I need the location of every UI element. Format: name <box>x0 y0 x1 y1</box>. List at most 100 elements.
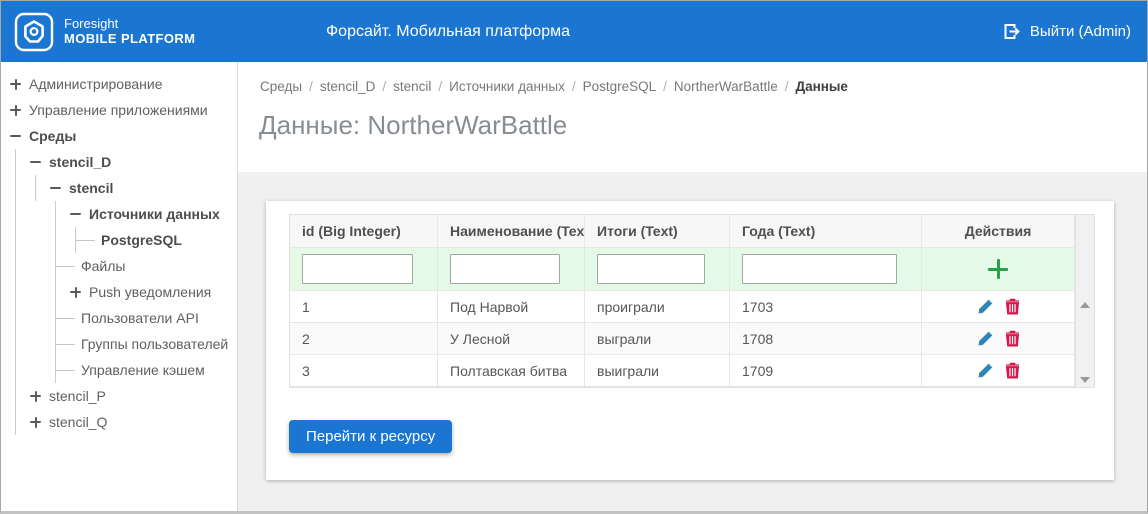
expand-plus-icon[interactable] <box>69 286 82 299</box>
tree-branch-line <box>55 343 75 345</box>
tree-guide-line <box>15 409 16 435</box>
column-header: id (Big Integer) <box>290 215 438 248</box>
sidebar-item-app-management[interactable]: Управление приложениями <box>1 97 237 123</box>
table-cell: Полтавская битва <box>438 355 585 387</box>
tree-guide-line <box>15 175 16 201</box>
edit-icon[interactable] <box>977 362 994 379</box>
top-header-bar: Foresight MOBILE PLATFORM Форсайт. Мобил… <box>1 1 1147 62</box>
collapse-minus-icon[interactable] <box>9 130 22 143</box>
collapse-minus-icon[interactable] <box>69 208 82 221</box>
breadcrumb-separator: / <box>438 79 443 94</box>
breadcrumb-item[interactable]: NortherWarBattle <box>674 79 778 94</box>
breadcrumb-item: Данные <box>795 79 848 94</box>
add-row-button[interactable] <box>987 258 1009 280</box>
breadcrumb-separator: / <box>571 79 576 94</box>
table-cell: Под Нарвой <box>438 291 585 323</box>
table-filter-row <box>290 248 1075 291</box>
expand-plus-icon[interactable] <box>9 78 22 91</box>
table-grid: id (Big Integer) Наименование (Text) Итоги… <box>290 215 1075 387</box>
sidebar-item-files[interactable]: Файлы <box>1 253 237 279</box>
expand-plus-icon[interactable] <box>29 390 42 403</box>
tree-guide-line <box>15 383 16 409</box>
sidebar-item-environments[interactable]: Среды <box>1 123 237 149</box>
sidebar-item-stencil[interactable]: stencil <box>1 175 237 201</box>
sidebar-item-label: Управление приложениями <box>29 102 208 118</box>
sidebar-item-user-groups[interactable]: Группы пользователей <box>1 331 237 357</box>
sidebar-item-postgresql[interactable]: PostgreSQL <box>1 227 237 253</box>
body-layout: Администрирование Управление приложениями… <box>1 62 1147 511</box>
delete-icon[interactable] <box>1005 362 1020 379</box>
data-table: id (Big Integer) Наименование (Text) Итоги… <box>289 214 1095 388</box>
tree-guide-line <box>75 227 76 253</box>
edit-icon[interactable] <box>977 330 994 347</box>
sidebar-item-label: stencil_Q <box>49 414 108 430</box>
sidebar-item-stencil-d[interactable]: stencil_D <box>1 149 237 175</box>
table-row: 2У Лесной выграли 1708 <box>290 323 1075 355</box>
sidebar-item-label: Управление кэшем <box>81 362 205 378</box>
collapse-minus-icon[interactable] <box>29 156 42 169</box>
filter-input[interactable] <box>742 254 897 284</box>
table-cell: У Лесной <box>438 323 585 355</box>
logo: Foresight MOBILE PLATFORM <box>1 12 195 52</box>
filter-input[interactable] <box>597 254 705 284</box>
delete-icon[interactable] <box>1005 298 1020 315</box>
row-actions <box>977 330 1020 347</box>
app-title: Форсайт. Мобильная платформа <box>326 22 570 40</box>
sidebar-item-stencil-q[interactable]: stencil_Q <box>1 409 237 435</box>
sidebar-item-label: PostgreSQL <box>101 232 182 248</box>
filter-input[interactable] <box>450 254 560 284</box>
sidebar-item-label: stencil_D <box>49 154 112 170</box>
sidebar-item-administration[interactable]: Администрирование <box>1 71 237 97</box>
logout-button[interactable]: Выйти (Admin) <box>1003 1 1131 62</box>
sidebar-item-api-users[interactable]: Пользователи API <box>1 305 237 331</box>
tree-branch-line <box>55 369 75 371</box>
edit-icon[interactable] <box>977 298 994 315</box>
sidebar-item-label: Файлы <box>81 258 126 274</box>
breadcrumb-item[interactable]: Среды <box>260 79 302 94</box>
page-title: Данные: NortherWarBattle <box>259 110 568 140</box>
tree-branch-line <box>75 239 95 241</box>
row-actions <box>977 298 1020 315</box>
scroll-up-arrow-icon[interactable] <box>1080 302 1090 308</box>
tree-guide-line <box>55 227 56 253</box>
breadcrumb-item[interactable]: stencil <box>393 79 431 94</box>
table-cell: 1 <box>290 291 438 323</box>
breadcrumb-item[interactable]: PostgreSQL <box>583 79 657 94</box>
logo-text: Foresight MOBILE PLATFORM <box>64 16 195 47</box>
filter-cell <box>585 248 730 291</box>
breadcrumb-separator: / <box>663 79 667 94</box>
filter-input[interactable] <box>302 254 413 284</box>
tree-guide-line <box>15 357 16 383</box>
sidebar-item-label: Push уведомления <box>89 284 212 300</box>
tree-guide-line <box>15 253 16 279</box>
expand-plus-icon[interactable] <box>9 104 22 117</box>
go-to-resource-button[interactable]: Перейти к ресурсу <box>289 420 453 453</box>
foresight-logo-icon <box>14 12 54 51</box>
sidebar-item-label: Администрирование <box>29 76 163 92</box>
breadcrumb-item[interactable]: stencil_D <box>320 79 376 94</box>
sidebar-item-cache-management[interactable]: Управление кэшем <box>1 357 237 383</box>
sidebar-item-stencil-p[interactable]: stencil_P <box>1 383 237 409</box>
column-header: Наименование (Text) <box>438 215 585 248</box>
collapse-minus-icon[interactable] <box>49 182 62 195</box>
table-scrollbar[interactable] <box>1075 215 1094 387</box>
table-row: 1 Под Нарвой проиграли 1703 <box>290 291 1075 323</box>
sidebar-tree: Администрирование Управление приложениями… <box>1 62 238 511</box>
tree-branch-line <box>55 317 75 319</box>
main-content: Среды / stencil_D / stencil / Источники данных… <box>238 62 1147 511</box>
sidebar-item-label: stencil_P <box>49 388 106 404</box>
breadcrumb-separator: / <box>784 79 789 94</box>
sidebar-item-label: Источники данных <box>89 206 220 222</box>
app-window: Foresight MOBILE PLATFORM Форсайт. Мобил… <box>0 0 1148 514</box>
sidebar-item-label: Группы пользователей <box>81 336 229 352</box>
expand-plus-icon[interactable] <box>29 416 42 429</box>
tree-guide-line <box>15 331 16 357</box>
tree-guide-line <box>15 279 16 305</box>
scroll-down-arrow-icon[interactable] <box>1080 377 1090 383</box>
table-cell: 3 <box>290 355 438 387</box>
sidebar-item-data-sources[interactable]: Источники данных <box>1 201 237 227</box>
sidebar-item-push-notifications[interactable]: Push уведомления <box>1 279 237 305</box>
delete-icon[interactable] <box>1005 330 1020 347</box>
breadcrumb-item[interactable]: Источники данных <box>449 79 565 94</box>
tree-guide-line <box>35 175 36 201</box>
